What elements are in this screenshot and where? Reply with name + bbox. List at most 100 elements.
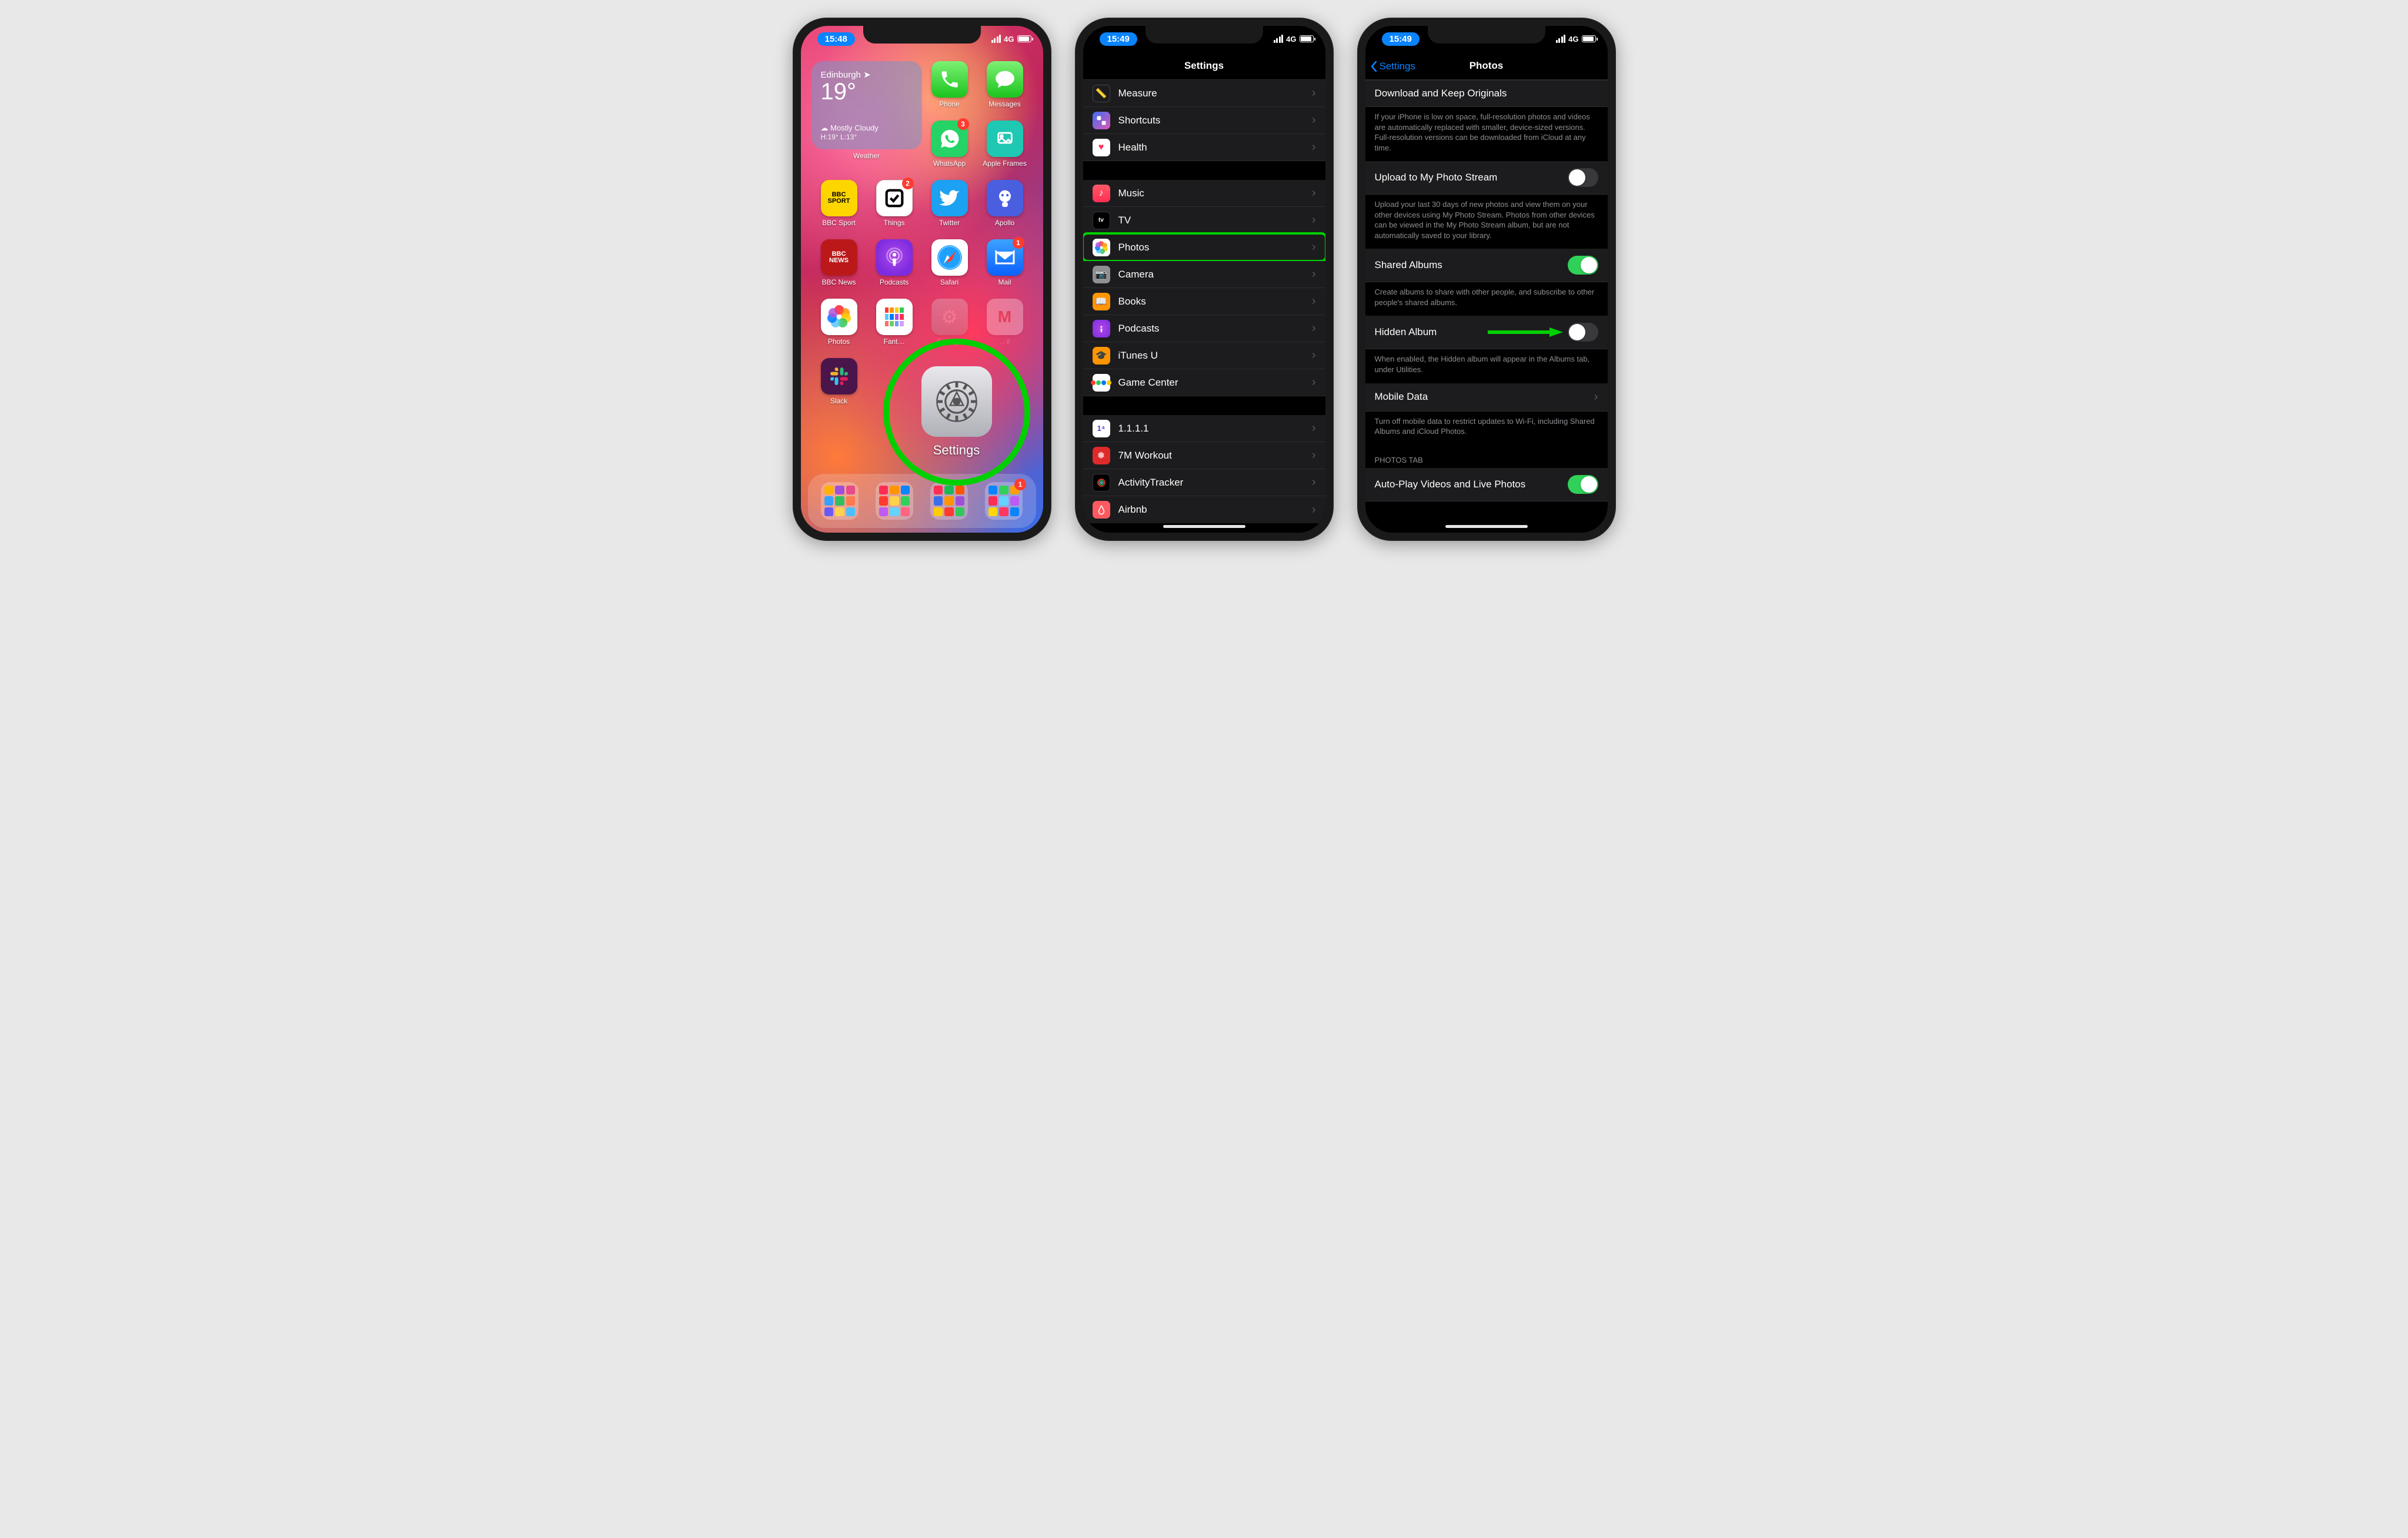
- dock-folder-4[interactable]: 1: [985, 482, 1023, 520]
- photos-icon: [821, 299, 857, 335]
- chevron-icon: ›: [1312, 113, 1316, 127]
- mobile-desc: Turn off mobile data to restrict updates…: [1365, 412, 1608, 445]
- row-download-keep-originals[interactable]: Download and Keep Originals: [1365, 80, 1608, 107]
- podcasts-icon: [876, 239, 913, 276]
- autoplay-toggle[interactable]: [1568, 475, 1598, 494]
- app-appleframes[interactable]: Apple Frames: [977, 121, 1033, 177]
- chevron-icon: ›: [1312, 503, 1316, 517]
- hidden-album-toggle[interactable]: [1568, 323, 1598, 342]
- weather-widget[interactable]: Edinburgh ➤ 19° ☁︎ Mostly Cloudy H:19° L…: [811, 61, 922, 177]
- phone-frame-home: 15:48 4G Edinburgh ➤ 19° ☁︎ Mostly Cloud…: [793, 18, 1051, 541]
- status-time[interactable]: 15:48: [817, 32, 855, 46]
- photos-settings-list[interactable]: Download and Keep Originals If your iPho…: [1365, 80, 1608, 525]
- app-things[interactable]: 2Things: [867, 180, 922, 236]
- dock: 1: [808, 474, 1036, 528]
- tv-icon: tv: [1093, 212, 1110, 229]
- bbcsport-icon: BBCSPORT: [821, 180, 857, 216]
- app-slack[interactable]: Slack: [811, 358, 867, 414]
- app-photos[interactable]: Photos: [811, 299, 867, 355]
- weather-condition: Mostly Cloudy: [830, 123, 879, 132]
- app1111-icon: 1⁴: [1093, 420, 1110, 437]
- row-mobile-data[interactable]: Mobile Data›: [1365, 383, 1608, 412]
- row-upload-photo-stream[interactable]: Upload to My Photo Stream: [1365, 161, 1608, 195]
- row-activitytracker[interactable]: ActivityTracker›: [1083, 469, 1325, 496]
- dock-folder-1[interactable]: [821, 482, 859, 520]
- music-icon: ♪: [1093, 185, 1110, 202]
- app-bbcnews[interactable]: BBCNEWSBBC News: [811, 239, 867, 296]
- app7m-icon: ❅: [1093, 447, 1110, 464]
- app-podcasts[interactable]: Podcasts: [867, 239, 922, 296]
- network-label: 4G: [1568, 35, 1578, 44]
- camera-icon: 📷: [1093, 266, 1110, 283]
- upload-desc: Upload your last 30 days of new photos a…: [1365, 195, 1608, 249]
- row-photos[interactable]: Photos›: [1083, 234, 1325, 261]
- row-gamecenter[interactable]: Game Center›: [1083, 369, 1325, 396]
- slack-icon: [821, 358, 857, 394]
- bbcnews-icon: BBCNEWS: [821, 239, 857, 276]
- signal-icon: [991, 35, 1001, 43]
- home-indicator[interactable]: [1163, 525, 1245, 528]
- app-messages[interactable]: Messages: [977, 61, 1033, 118]
- chevron-icon: ›: [1594, 390, 1598, 404]
- dock-folder-3[interactable]: [930, 482, 968, 520]
- messages-icon: [987, 61, 1023, 98]
- battery-icon: [1300, 35, 1314, 42]
- app-phone[interactable]: Phone: [922, 61, 977, 118]
- row-measure[interactable]: 📏Measure›: [1083, 80, 1325, 107]
- mail-badge: 1: [1013, 237, 1024, 249]
- row-camera[interactable]: 📷Camera›: [1083, 261, 1325, 288]
- row-health[interactable]: ♥Health›: [1083, 134, 1325, 161]
- dock-folder-2[interactable]: [876, 482, 913, 520]
- row-music[interactable]: ♪Music›: [1083, 180, 1325, 207]
- row-shared-albums[interactable]: Shared Albums: [1365, 249, 1608, 282]
- row-shortcuts[interactable]: Shortcuts›: [1083, 107, 1325, 134]
- status-time[interactable]: 15:49: [1100, 32, 1137, 46]
- settings-list[interactable]: 📏Measure› Shortcuts› ♥Health› ♪Music› tv…: [1083, 80, 1325, 525]
- chevron-icon: ›: [1312, 376, 1316, 389]
- apollo-icon: [987, 180, 1023, 216]
- nav-title: Photos: [1469, 60, 1504, 72]
- back-button[interactable]: Settings: [1370, 61, 1415, 72]
- app-twitter[interactable]: Twitter: [922, 180, 977, 236]
- row-itunesu[interactable]: 🎓iTunes U›: [1083, 342, 1325, 369]
- back-label: Settings: [1380, 61, 1415, 72]
- activitytracker-icon: [1093, 474, 1110, 492]
- app-safari[interactable]: Safari: [922, 239, 977, 296]
- things-badge: 2: [902, 178, 914, 189]
- row-7mworkout[interactable]: ❅7M Workout›: [1083, 442, 1325, 469]
- row-books[interactable]: 📖Books›: [1083, 288, 1325, 315]
- weather-hilo: H:19° L:13°: [821, 133, 913, 141]
- chevron-icon: ›: [1312, 268, 1316, 281]
- battery-icon: [1582, 35, 1596, 42]
- row-podcasts[interactable]: Podcasts›: [1083, 315, 1325, 342]
- hidden-desc: When enabled, the Hidden album will appe…: [1365, 349, 1608, 383]
- app-mail[interactable]: 1Mail: [977, 239, 1033, 296]
- chevron-icon: ›: [1312, 322, 1316, 335]
- row-autoplay[interactable]: Auto-Play Videos and Live Photos: [1365, 468, 1608, 501]
- shortcuts-icon: [1093, 112, 1110, 129]
- home-indicator[interactable]: [1445, 525, 1528, 528]
- app-bbcsport[interactable]: BBCSPORTBBC Sport: [811, 180, 867, 236]
- safari-icon: [931, 239, 968, 276]
- app-apollo[interactable]: Apollo: [977, 180, 1033, 236]
- chevron-icon: ›: [1312, 186, 1316, 200]
- notch: [863, 26, 981, 44]
- status-time[interactable]: 15:49: [1382, 32, 1420, 46]
- chevron-icon: ›: [1312, 295, 1316, 308]
- row-tv[interactable]: tvTV›: [1083, 207, 1325, 234]
- photos-row-icon: [1093, 239, 1110, 256]
- app-fantastical[interactable]: Fant…: [867, 299, 922, 355]
- location-icon: ➤: [863, 70, 871, 80]
- row-1111[interactable]: 1⁴1.1.1.1›: [1083, 415, 1325, 442]
- row-airbnb[interactable]: Airbnb›: [1083, 496, 1325, 523]
- shared-albums-toggle[interactable]: [1568, 256, 1598, 275]
- health-icon: ♥: [1093, 139, 1110, 156]
- itunesu-icon: 🎓: [1093, 347, 1110, 365]
- phone-icon: [931, 61, 968, 98]
- settings-icon-large[interactable]: [921, 366, 992, 437]
- row-hidden-album[interactable]: Hidden Album: [1365, 316, 1608, 349]
- app-whatsapp[interactable]: 3WhatsApp: [922, 121, 977, 177]
- magnify-label: Settings: [933, 443, 980, 458]
- upload-toggle[interactable]: [1568, 168, 1598, 187]
- download-desc: If your iPhone is low on space, full-res…: [1365, 107, 1608, 161]
